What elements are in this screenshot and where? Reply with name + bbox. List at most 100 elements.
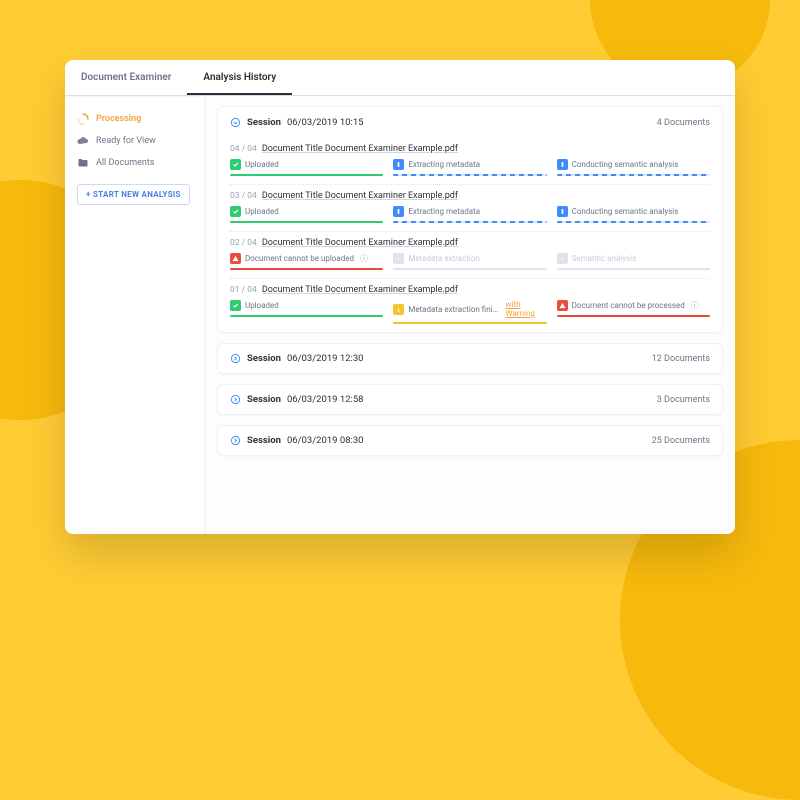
progress-bar	[557, 221, 710, 223]
stage: Metadata extraction	[393, 253, 546, 270]
stage: Metadata extraction finished with Warning	[393, 300, 546, 324]
session-timestamp: 06/03/2019 12:58	[287, 394, 364, 405]
stage: Conducting semantic analysis	[557, 159, 710, 176]
folder-icon	[77, 157, 89, 169]
status-badge	[557, 253, 568, 264]
document-row: 01 / 04 Document Title Document Examiner …	[230, 278, 710, 324]
stage: Extracting metadata	[393, 159, 546, 176]
document-title[interactable]: Document Title Document Examiner Example…	[262, 191, 458, 201]
status-badge	[393, 304, 404, 315]
stage: Extracting metadata	[393, 206, 546, 223]
document-index: 03 / 04	[230, 191, 257, 201]
status-badge	[557, 206, 568, 217]
stage: Uploaded	[230, 159, 383, 176]
document-index: 02 / 04	[230, 238, 257, 248]
session-count: 25 Documents	[652, 436, 710, 446]
document-title[interactable]: Document Title Document Examiner Example…	[262, 144, 458, 154]
stage-label: Extracting metadata	[408, 160, 480, 169]
document-index: 04 / 04	[230, 144, 257, 154]
tab-bar: Document Examiner Analysis History	[65, 60, 735, 96]
stage: Document cannot be processed ⓘ	[557, 300, 710, 324]
spinner-icon	[77, 113, 89, 125]
start-analysis-button[interactable]: + START NEW ANALYSIS	[77, 184, 190, 205]
stage-label: Extracting metadata	[408, 207, 480, 216]
stage-label: Document cannot be processed	[572, 301, 685, 310]
tab-document-examiner[interactable]: Document Examiner	[65, 60, 187, 95]
session-card-expanded: Session 06/03/2019 10:15 4 Documents 04 …	[217, 106, 723, 333]
session-word: Session	[247, 117, 281, 128]
app-card: Document Examiner Analysis History Proce…	[65, 60, 735, 534]
stage: Document cannot be uploaded ⓘ	[230, 253, 383, 270]
session-count: 12 Documents	[652, 354, 710, 364]
sidebar: Processing Ready for View All Documents …	[65, 96, 205, 534]
warning-link[interactable]: with Warning	[506, 300, 547, 318]
stage: Uploaded	[230, 206, 383, 223]
cloud-icon	[77, 135, 89, 147]
progress-bar	[557, 174, 710, 176]
chevron-right-icon	[230, 435, 241, 446]
sidebar-item-label: Processing	[96, 114, 141, 124]
stage-label: Uploaded	[245, 160, 279, 169]
session-timestamp: 06/03/2019 08:30	[287, 435, 364, 446]
stage: Uploaded	[230, 300, 383, 324]
chevron-down-icon	[230, 117, 241, 128]
stage-label: Uploaded	[245, 301, 279, 310]
session-count: 4 Documents	[657, 118, 710, 128]
session-count: 3 Documents	[657, 395, 710, 405]
chevron-right-icon	[230, 353, 241, 364]
document-row: 04 / 04 Document Title Document Examiner …	[230, 138, 710, 176]
progress-bar	[393, 268, 546, 270]
sidebar-item-processing[interactable]: Processing	[77, 108, 204, 130]
document-index: 01 / 04	[230, 285, 257, 295]
progress-bar	[393, 174, 546, 176]
progress-bar	[393, 221, 546, 223]
status-badge	[230, 206, 241, 217]
session-header[interactable]: Session 06/03/2019 10:15 4 Documents	[230, 117, 710, 128]
progress-bar	[230, 174, 383, 176]
status-badge	[393, 206, 404, 217]
stage-label: Conducting semantic analysis	[572, 207, 679, 216]
stage-label: Conducting semantic analysis	[572, 160, 679, 169]
stage-label: Semantic analysis	[572, 254, 637, 263]
sidebar-item-all[interactable]: All Documents	[77, 152, 204, 174]
session-card-collapsed[interactable]: Session 06/03/2019 12:58 3 Documents	[217, 384, 723, 415]
document-title[interactable]: Document Title Document Examiner Example…	[262, 238, 458, 248]
status-badge	[557, 159, 568, 170]
stage-label: Metadata extraction	[408, 254, 479, 263]
info-icon[interactable]: ⓘ	[360, 253, 368, 264]
progress-bar	[393, 322, 546, 324]
session-timestamp: 06/03/2019 12:30	[287, 353, 364, 364]
status-badge	[230, 300, 241, 311]
session-timestamp: 06/03/2019 10:15	[287, 117, 364, 128]
sidebar-item-ready[interactable]: Ready for View	[77, 130, 204, 152]
status-badge	[557, 300, 568, 311]
session-word: Session	[247, 435, 281, 446]
sidebar-item-label: Ready for View	[96, 136, 156, 146]
chevron-right-icon	[230, 394, 241, 405]
stage: Semantic analysis	[557, 253, 710, 270]
document-row: 02 / 04 Document Title Document Examiner …	[230, 231, 710, 270]
status-badge	[393, 253, 404, 264]
document-title[interactable]: Document Title Document Examiner Example…	[262, 285, 458, 295]
sidebar-item-label: All Documents	[96, 158, 154, 168]
stage-label: Uploaded	[245, 207, 279, 216]
status-badge	[230, 159, 241, 170]
session-word: Session	[247, 394, 281, 405]
progress-bar	[557, 315, 710, 317]
progress-bar	[230, 315, 383, 317]
info-icon[interactable]: ⓘ	[691, 300, 699, 311]
stage-label: Document cannot be uploaded	[245, 254, 354, 263]
session-card-collapsed[interactable]: Session 06/03/2019 08:30 25 Documents	[217, 425, 723, 456]
status-badge	[393, 159, 404, 170]
main-pane: Session 06/03/2019 10:15 4 Documents 04 …	[205, 96, 735, 534]
document-row: 03 / 04 Document Title Document Examiner …	[230, 184, 710, 223]
session-card-collapsed[interactable]: Session 06/03/2019 12:30 12 Documents	[217, 343, 723, 374]
progress-bar	[230, 268, 383, 270]
session-word: Session	[247, 353, 281, 364]
progress-bar	[557, 268, 710, 270]
stage-label: Metadata extraction finished	[408, 305, 498, 314]
stage: Conducting semantic analysis	[557, 206, 710, 223]
tab-analysis-history[interactable]: Analysis History	[187, 60, 292, 95]
progress-bar	[230, 221, 383, 223]
status-badge	[230, 253, 241, 264]
